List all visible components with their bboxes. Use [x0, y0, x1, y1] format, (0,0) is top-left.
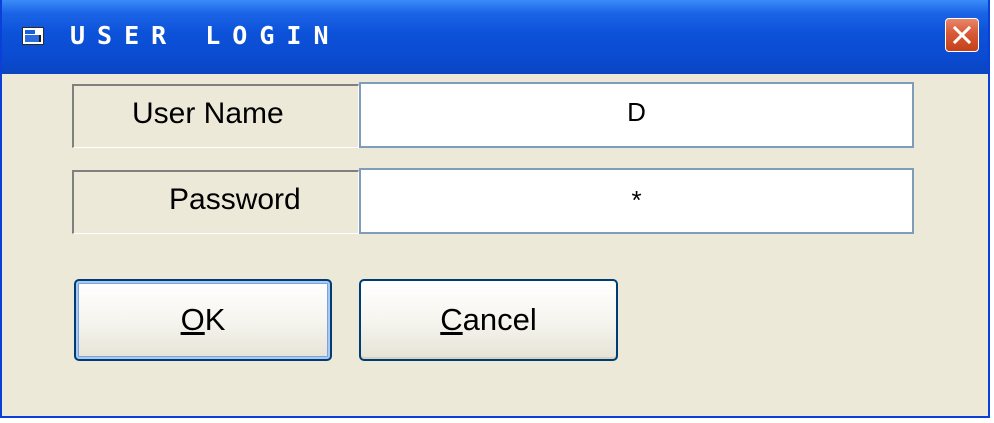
password-label-box: Password	[72, 170, 359, 234]
password-label: Password	[169, 183, 301, 216]
cancel-button-label: Cancel	[440, 302, 537, 337]
username-label: User Name	[132, 97, 284, 130]
password-field[interactable]: *	[359, 168, 914, 234]
username-value: D	[627, 97, 646, 127]
username-label-box: User Name	[72, 84, 359, 148]
cancel-button[interactable]: Cancel	[359, 279, 618, 361]
ok-button-label: OK	[180, 302, 226, 337]
close-button[interactable]	[945, 18, 979, 52]
username-field[interactable]: D	[359, 82, 914, 148]
password-value: *	[631, 185, 642, 215]
app-window-icon	[22, 27, 44, 45]
title-bar[interactable]: USER LOGIN	[2, 0, 988, 74]
ok-button[interactable]: OK	[74, 279, 332, 361]
login-dialog: USER LOGIN User Name D Password * OK Can…	[0, 0, 990, 418]
window-title: USER LOGIN	[70, 21, 341, 50]
close-x-icon	[953, 26, 971, 44]
